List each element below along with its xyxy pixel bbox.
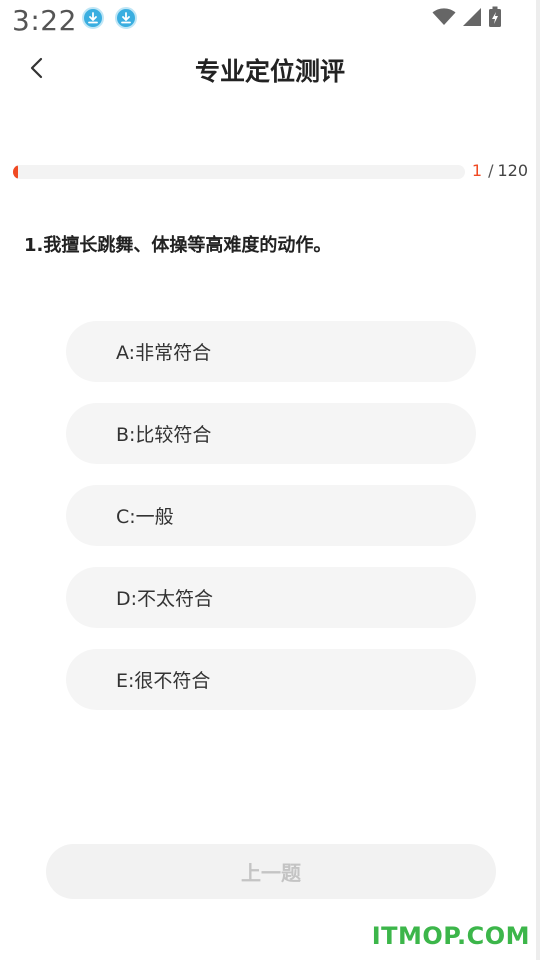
option-a[interactable]: A:非常符合 <box>66 321 476 382</box>
option-c[interactable]: C:一般 <box>66 485 476 546</box>
progress-fill <box>13 165 18 179</box>
progress-separator: / <box>488 161 494 180</box>
answer-options: A:非常符合 B:比较符合 C:一般 D:不太符合 E:很不符合 <box>66 321 476 731</box>
previous-question-label: 上一题 <box>241 861 301 885</box>
download-icon <box>115 7 137 29</box>
option-b[interactable]: B:比较符合 <box>66 403 476 464</box>
watermark: ITMOP.COM <box>371 922 530 950</box>
option-label: D:不太符合 <box>116 588 214 610</box>
page-title: 专业定位测评 <box>194 57 345 86</box>
option-label: A:非常符合 <box>116 342 212 364</box>
option-d[interactable]: D:不太符合 <box>66 567 476 628</box>
status-icons <box>432 6 502 32</box>
wifi-icon <box>432 8 456 30</box>
option-label: B:比较符合 <box>116 424 212 446</box>
option-e[interactable]: E:很不符合 <box>66 649 476 710</box>
signal-icon <box>462 7 482 31</box>
option-label: C:一般 <box>116 506 174 528</box>
progress-bar <box>13 165 465 179</box>
battery-charging-icon <box>488 6 502 32</box>
progress-current: 1 <box>471 161 483 180</box>
download-icon <box>82 7 104 29</box>
scroll-edge <box>536 0 540 960</box>
option-label: E:很不符合 <box>116 670 211 692</box>
question-text: 1.我擅长跳舞、体操等高难度的动作。 <box>24 235 332 256</box>
previous-question-button[interactable]: 上一题 <box>46 844 496 899</box>
header: 专业定位测评 <box>0 44 540 96</box>
status-time: 3:22 <box>12 4 77 37</box>
progress-total: 120 <box>497 161 528 180</box>
status-bar: 3:22 <box>0 0 540 40</box>
assessment-screen: 3:22 专业定位测评 1/120 1.我擅长跳舞、体操等高难度的动作。 A:非… <box>0 0 540 960</box>
progress-counter: 1 /120 <box>472 161 528 180</box>
